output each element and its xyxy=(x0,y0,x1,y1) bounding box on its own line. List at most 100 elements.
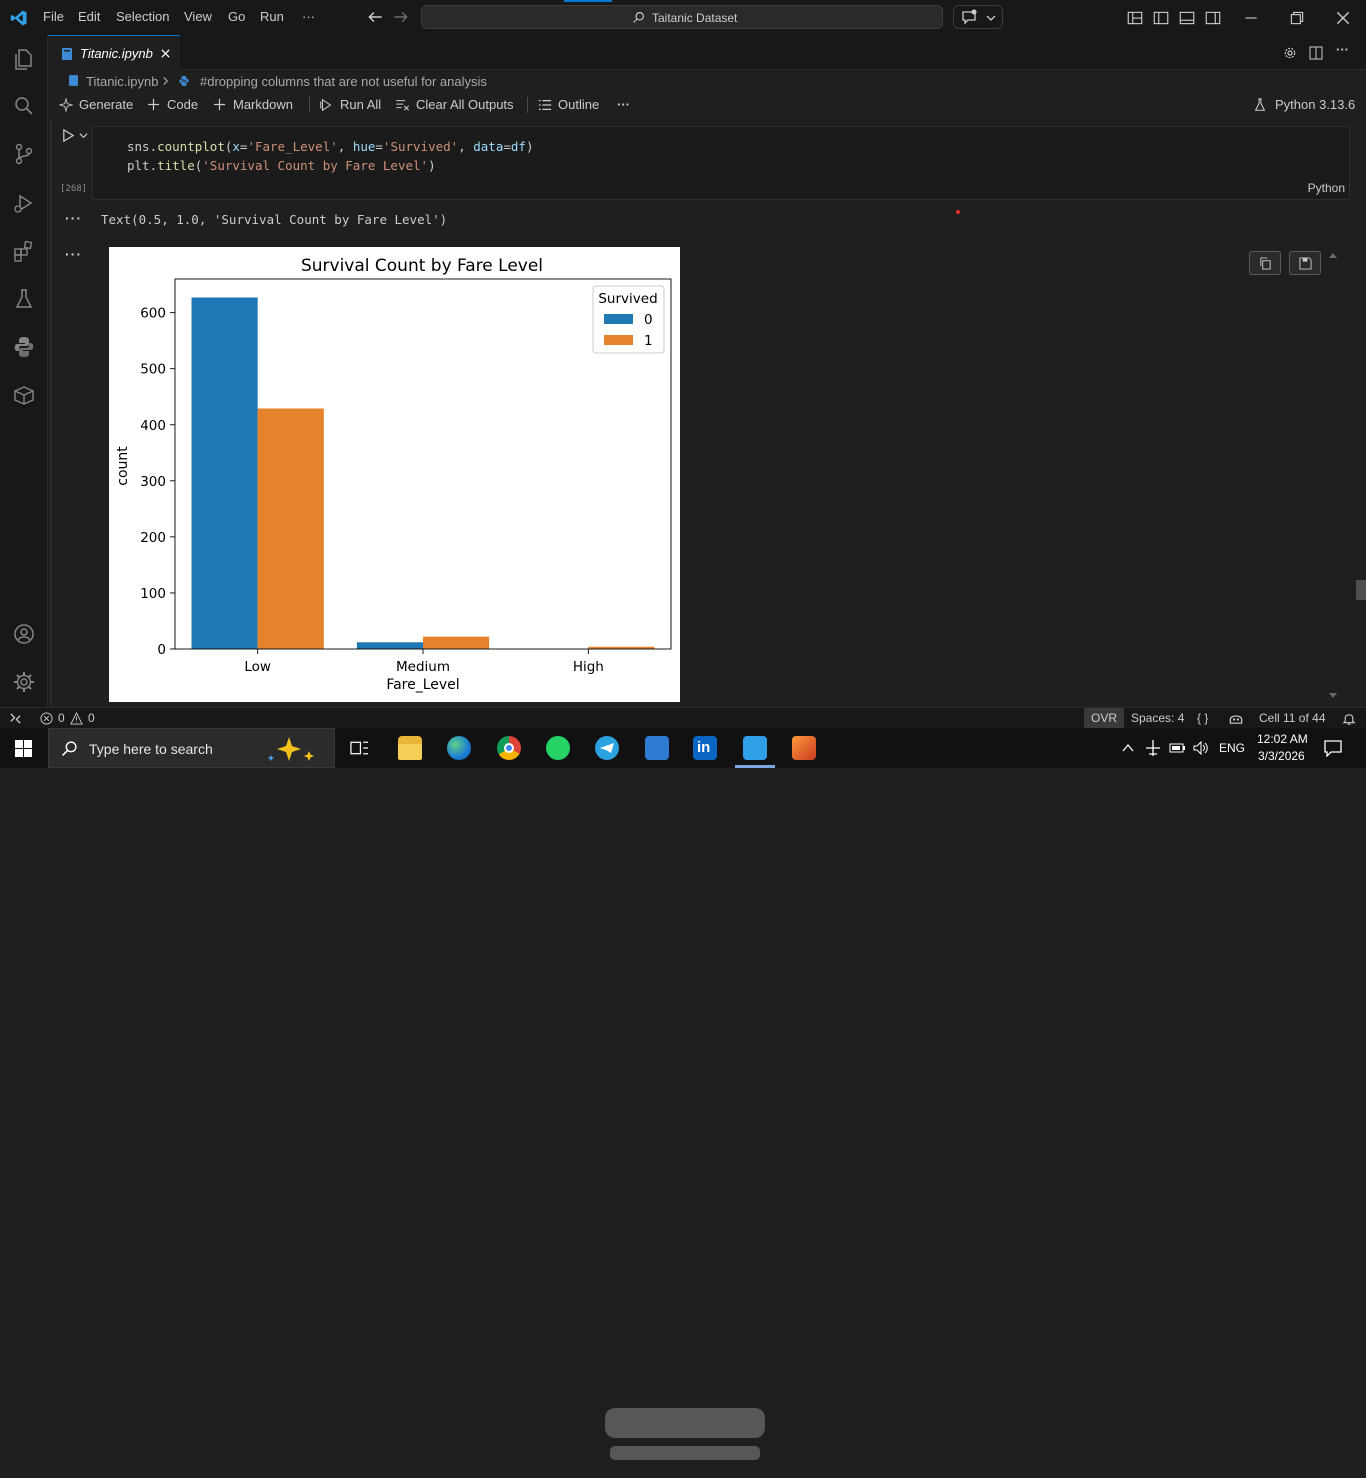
code-token: = xyxy=(503,139,511,154)
customize-layout-icon[interactable] xyxy=(1126,9,1144,27)
minimize-icon[interactable] xyxy=(1242,9,1260,27)
chart-output-image: Survival Count by Fare Level 0 100 200 300 4… xyxy=(109,247,680,702)
output-more-button[interactable]: ··· xyxy=(65,210,82,226)
menu-selection[interactable]: Selection xyxy=(116,9,169,24)
run-cell-icon[interactable] xyxy=(61,128,76,143)
output-text: Text(0.5, 1.0, 'Survival Count by Fare L… xyxy=(101,212,448,227)
sparkle-icon xyxy=(59,98,73,112)
containers-icon[interactable] xyxy=(12,383,36,407)
outline-button[interactable]: Outline xyxy=(558,97,599,112)
split-editor-icon[interactable] xyxy=(1308,45,1324,61)
linkedin-app-icon[interactable]: in xyxy=(693,736,717,760)
clock-date[interactable]: 3/3/2026 xyxy=(1258,749,1305,763)
arrow-right-icon[interactable] xyxy=(392,8,410,26)
y-tick-label: 200 xyxy=(140,530,166,546)
windows-start-icon[interactable] xyxy=(15,740,32,757)
outline-list-icon xyxy=(538,100,552,110)
taskbar-search-box[interactable]: Type here to search xyxy=(48,728,335,768)
input-language[interactable]: ENG xyxy=(1219,741,1245,755)
scroll-up-arrow-icon[interactable] xyxy=(1328,251,1338,259)
volume-icon[interactable] xyxy=(1192,740,1210,756)
copilot-button[interactable] xyxy=(953,5,1003,29)
indentation-status[interactable]: Spaces: 4 xyxy=(1131,711,1184,725)
close-icon[interactable] xyxy=(1334,9,1352,27)
legend-title: Survived xyxy=(598,291,657,307)
output-more-button[interactable]: ··· xyxy=(65,246,82,262)
whatsapp-app-icon[interactable] xyxy=(546,736,570,760)
toggle-panel-icon[interactable] xyxy=(1178,9,1196,27)
warning-icon xyxy=(70,712,83,725)
warning-count[interactable]: 0 xyxy=(88,711,95,725)
restore-icon[interactable] xyxy=(1288,9,1306,27)
menu-go[interactable]: Go xyxy=(228,9,245,24)
toolbar-more-button[interactable]: ··· xyxy=(617,97,630,112)
scroll-down-arrow-icon[interactable] xyxy=(1328,692,1338,700)
run-all-button[interactable]: Run All xyxy=(340,97,381,112)
menu-view[interactable]: View xyxy=(184,9,212,24)
cell-language-label[interactable]: Python xyxy=(1308,181,1345,195)
toggle-sidebar-icon[interactable] xyxy=(1152,9,1170,27)
watermark-logo-icon xyxy=(605,1408,765,1460)
task-view-icon[interactable] xyxy=(350,739,369,757)
source-control-icon[interactable] xyxy=(12,142,36,166)
y-tick-label: 400 xyxy=(140,418,166,434)
save-output-button[interactable] xyxy=(1289,251,1321,275)
airplane-mode-icon[interactable] xyxy=(1144,739,1162,757)
add-code-cell-button[interactable]: Code xyxy=(167,97,198,112)
code-token: . xyxy=(149,158,158,173)
menu-file[interactable]: File xyxy=(43,9,64,24)
clock-time[interactable]: 12:02 AM xyxy=(1257,732,1308,746)
breadcrumb-file[interactable]: Titanic.ipynb xyxy=(86,74,159,89)
search-icon[interactable] xyxy=(12,94,36,118)
notifications-bell-icon[interactable] xyxy=(1342,711,1356,726)
overtype-indicator[interactable]: OVR xyxy=(1084,708,1124,729)
extensions-icon[interactable] xyxy=(12,239,36,263)
tab-bar-more-button[interactable]: ··· xyxy=(1336,42,1349,57)
menu-edit[interactable]: Edit xyxy=(78,9,100,24)
tab-close-icon[interactable] xyxy=(160,48,171,59)
file-explorer-app-icon[interactable] xyxy=(398,736,422,760)
kernel-picker[interactable]: Python 3.13.6 xyxy=(1275,97,1355,112)
vscode-app-icon[interactable] xyxy=(743,736,767,760)
account-icon[interactable] xyxy=(12,622,36,646)
error-count[interactable]: 0 xyxy=(58,711,65,725)
copilot-status-icon[interactable] xyxy=(1228,711,1244,726)
clear-all-outputs-button[interactable]: Clear All Outputs xyxy=(416,97,514,112)
menu-more[interactable]: ··· xyxy=(302,9,315,24)
notebook-settings-gear-icon[interactable] xyxy=(1282,45,1298,61)
add-markdown-cell-button[interactable]: Markdown xyxy=(233,97,293,112)
edge-browser-app-icon[interactable] xyxy=(447,736,471,760)
chrome-browser-app-icon[interactable] xyxy=(497,736,521,760)
generate-button[interactable]: Generate xyxy=(79,97,133,112)
telegram-app-icon[interactable] xyxy=(595,736,619,760)
code-line-1: sns.countplot(x='Fare_Level', hue='Survi… xyxy=(127,139,533,154)
testing-icon[interactable] xyxy=(12,287,36,311)
python-icon[interactable] xyxy=(12,335,36,359)
run-debug-icon[interactable] xyxy=(12,191,36,215)
notebook-file-icon xyxy=(62,48,72,60)
arrow-left-icon[interactable] xyxy=(366,8,384,26)
code-token: , xyxy=(337,139,353,154)
explorer-icon[interactable] xyxy=(12,47,36,71)
toggle-secondary-sidebar-icon[interactable] xyxy=(1204,9,1222,27)
battery-icon[interactable] xyxy=(1168,740,1186,756)
action-center-icon[interactable] xyxy=(1324,740,1342,757)
tab-titanic-ipynb[interactable]: Titanic.ipynb xyxy=(48,35,180,70)
code-token: df xyxy=(510,139,526,154)
chevron-down-icon[interactable] xyxy=(79,131,88,140)
command-center-search[interactable]: Taitanic Dataset xyxy=(421,5,943,29)
vertical-scrollbar-thumb[interactable] xyxy=(1356,580,1366,600)
cell-position-status[interactable]: Cell 11 of 44 xyxy=(1259,711,1326,725)
breadcrumb-cell[interactable]: #dropping columns that are not useful fo… xyxy=(200,74,487,89)
remote-window-icon[interactable] xyxy=(9,712,22,725)
cell-focus-border xyxy=(50,118,52,707)
power-automate-app-icon[interactable] xyxy=(645,736,669,760)
menu-run[interactable]: Run xyxy=(260,9,284,24)
matlab-app-icon[interactable] xyxy=(792,736,816,760)
bar-medium-survived-0 xyxy=(356,642,423,649)
language-mode-braces[interactable]: { } xyxy=(1197,711,1208,725)
settings-gear-icon[interactable] xyxy=(12,670,36,694)
tray-chevron-up-icon[interactable] xyxy=(1121,742,1135,754)
copy-output-button[interactable] xyxy=(1249,251,1281,275)
code-cell-editor[interactable]: sns.countplot(x='Fare_Level', hue='Survi… xyxy=(92,126,1350,200)
